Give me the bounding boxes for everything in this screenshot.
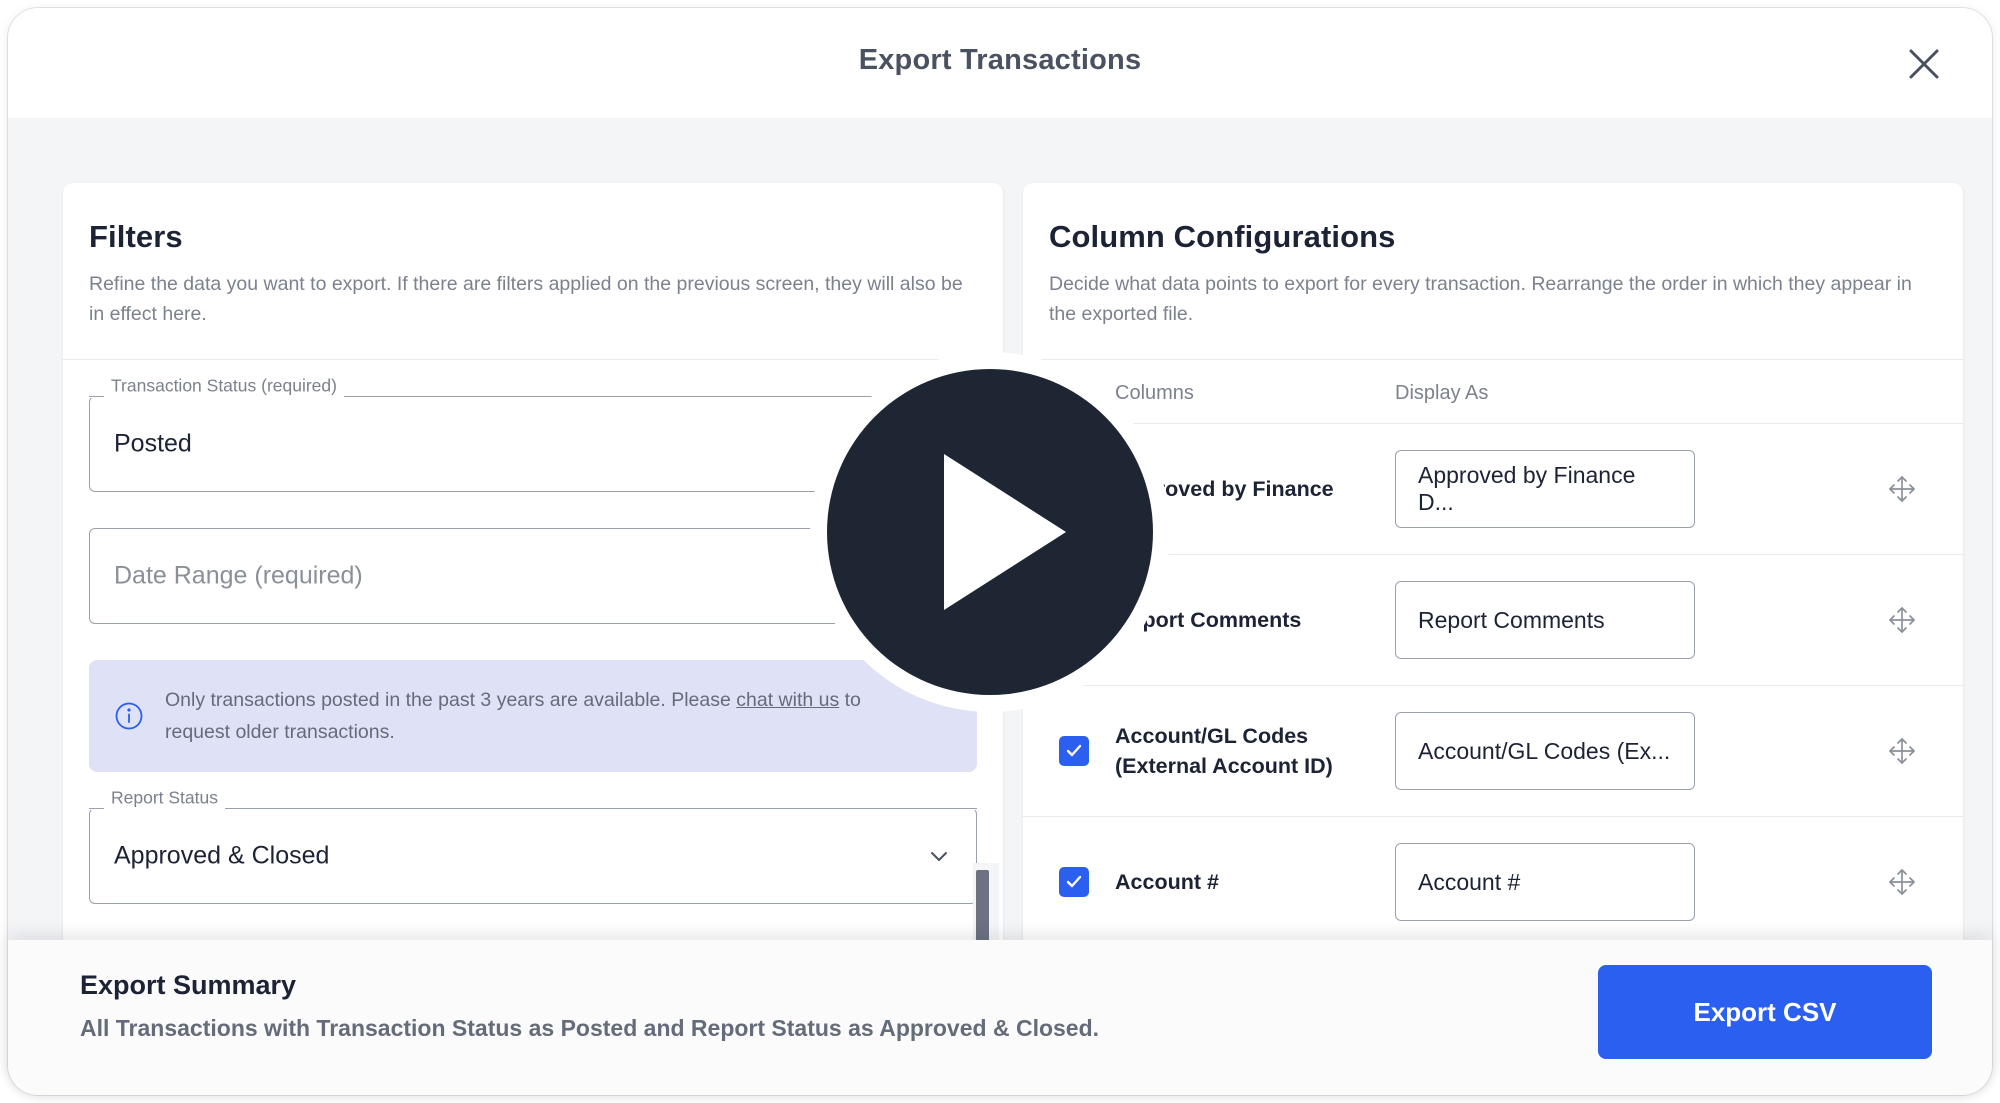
- column-checkbox[interactable]: [1059, 867, 1115, 897]
- chat-with-us-link[interactable]: chat with us: [736, 689, 839, 711]
- date-range-placeholder: Date Range (required): [114, 561, 363, 590]
- report-status-value: Approved & Closed: [114, 841, 330, 870]
- export-csv-button[interactable]: Export CSV: [1598, 965, 1932, 1059]
- table-row[interactable]: Account/GL Codes (External Account ID) A…: [1023, 685, 1963, 816]
- transaction-status-notch: Transaction Status (required): [89, 375, 977, 397]
- info-circle-icon: [115, 702, 143, 730]
- display-as-cell: Account #: [1395, 843, 1867, 921]
- column-name: Report Comments: [1115, 608, 1302, 632]
- filters-description: Refine the data you want to export. If t…: [89, 273, 963, 325]
- drag-move-icon[interactable]: [1867, 473, 1937, 505]
- report-status-label: Report Status: [104, 787, 225, 809]
- screenshot-root: Export Transactions Filters Refine the d…: [0, 0, 2000, 1103]
- info-text-before: Only transactions posted in the past 3 y…: [165, 689, 737, 711]
- display-as-header-label: Display As: [1395, 382, 1489, 404]
- transaction-status-value: Posted: [114, 429, 192, 458]
- display-as-input[interactable]: Report Comments: [1395, 581, 1695, 659]
- report-status-field[interactable]: Report Status Approved & Closed: [89, 787, 977, 904]
- display-as-input[interactable]: Approved by Finance D...: [1395, 450, 1695, 528]
- export-summary-text: All Transactions with Transaction Status…: [80, 1015, 1100, 1041]
- drag-move-icon[interactable]: [1867, 866, 1937, 898]
- columns-title: Column Configurations: [1049, 219, 1396, 254]
- info-banner: Only transactions posted in the past 3 y…: [89, 660, 977, 772]
- play-button-icon[interactable]: [827, 369, 1153, 695]
- display-as-cell: Report Comments: [1395, 581, 1867, 659]
- dialog-footer: Export Summary All Transactions with Tra…: [8, 940, 1992, 1095]
- column-name: Account #: [1115, 870, 1219, 894]
- column-configurations-panel: Column Configurations Decide what data p…: [1023, 183, 1963, 1013]
- columns-table-header: Columns Display As: [1023, 360, 1963, 423]
- drag-move-icon[interactable]: [1867, 604, 1937, 636]
- chevron-down-icon: [928, 845, 950, 867]
- columns-header-label: Columns: [1115, 382, 1194, 404]
- display-as-cell: Account/GL Codes (Ex...: [1395, 712, 1867, 790]
- divider: [63, 359, 1003, 360]
- report-status-notch: Report Status: [89, 787, 977, 809]
- drag-move-icon[interactable]: [1867, 735, 1937, 767]
- info-banner-text: Only transactions posted in the past 3 y…: [165, 684, 865, 748]
- columns-panel-header: Column Configurations Decide what data p…: [1023, 183, 1963, 359]
- table-row[interactable]: Account # Account #: [1023, 816, 1963, 947]
- dialog-header: Export Transactions: [8, 8, 1992, 118]
- close-icon: [1906, 46, 1942, 82]
- close-button[interactable]: [1900, 40, 1948, 88]
- transaction-status-label: Transaction Status (required): [104, 375, 344, 397]
- play-triangle: [944, 454, 1066, 610]
- column-name: Account/GL Codes (External Account ID): [1115, 724, 1333, 778]
- filters-panel-header: Filters Refine the data you want to expo…: [63, 183, 1003, 359]
- export-summary-title: Export Summary: [80, 970, 297, 1000]
- display-as-cell: Approved by Finance D...: [1395, 450, 1867, 528]
- page-title: Export Transactions: [858, 44, 1142, 76]
- display-as-input[interactable]: Account/GL Codes (Ex...: [1395, 712, 1695, 790]
- column-checkbox[interactable]: [1059, 736, 1115, 766]
- display-as-input[interactable]: Account #: [1395, 843, 1695, 921]
- filters-title: Filters: [89, 219, 183, 254]
- columns-description: Decide what data points to export for ev…: [1049, 273, 1912, 325]
